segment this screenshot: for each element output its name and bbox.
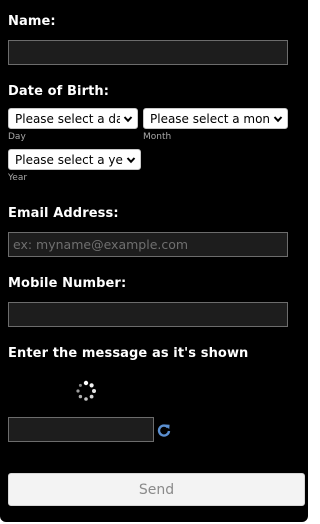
refresh-icon[interactable] [157,423,171,437]
loading-spinner-icon [76,380,96,401]
month-select[interactable]: Please select a month [143,108,288,129]
captcha-field[interactable] [8,417,154,442]
chevron-down-icon [123,115,133,122]
form-panel: Name: Date of Birth: Please select a day… [0,0,308,522]
month-sub-label: Month [143,132,172,142]
send-button[interactable]: Send [8,473,305,506]
email-field[interactable] [8,232,288,257]
chevron-down-icon [126,156,136,163]
name-field[interactable] [8,40,288,65]
month-select-value: Please select a month [150,111,270,126]
name-label: Name: [8,14,56,29]
day-select-value: Please select a day [15,111,120,126]
mobile-field[interactable] [8,302,288,327]
year-select-value: Please select a year [15,152,123,167]
year-sub-label: Year [8,173,28,183]
chevron-down-icon [273,115,283,122]
dob-label: Date of Birth: [8,84,110,99]
captcha-label: Enter the message as it's shown [8,346,249,361]
year-select[interactable]: Please select a year [8,149,141,170]
day-select[interactable]: Please select a day [8,108,138,129]
day-sub-label: Day [8,132,26,142]
email-label: Email Address: [8,206,119,221]
mobile-label: Mobile Number: [8,276,127,291]
